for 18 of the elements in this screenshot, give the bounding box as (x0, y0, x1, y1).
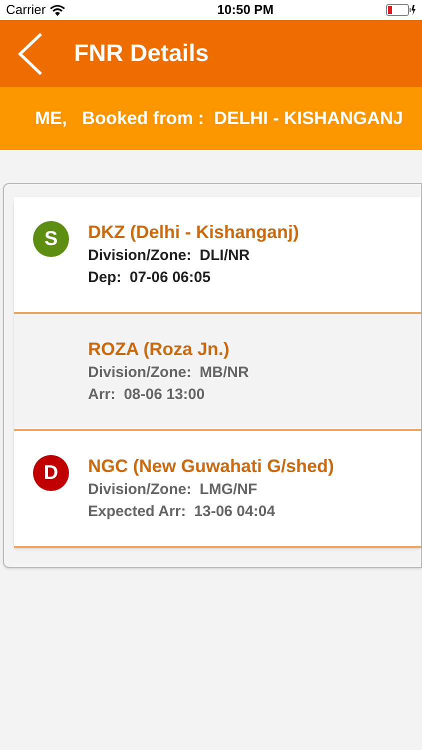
division-zone: Division/Zone: MB/NR (88, 363, 249, 383)
division-zone: Division/Zone: DLI/NR (88, 246, 251, 266)
stop-time: Dep: 07-06 06:05 (88, 268, 212, 288)
battery-icon (386, 4, 416, 16)
stop-time: Arr: 08-06 13:00 (88, 385, 206, 405)
page-title: FNR Details (74, 38, 209, 68)
carrier-label: Carrier (6, 1, 46, 20)
back-icon (17, 32, 43, 76)
booking-route-text: ME, Booked from : DELHI - KISHANGANJ (35, 107, 404, 130)
station-name: DKZ (Delhi - Kishanganj) (88, 221, 299, 244)
stop-badge: D (33, 455, 69, 491)
wifi-icon (50, 4, 65, 16)
station-name: NGC (New Guwahati G/shed) (88, 455, 334, 478)
stop-badge: S (33, 221, 69, 257)
station-name: ROZA (Roza Jn.) (88, 338, 230, 361)
division-zone: Division/Zone: LMG/NF (88, 480, 258, 500)
stop-time: Expected Arr: 13-06 04:04 (88, 502, 276, 522)
clock: 10:50 PM (217, 1, 274, 20)
